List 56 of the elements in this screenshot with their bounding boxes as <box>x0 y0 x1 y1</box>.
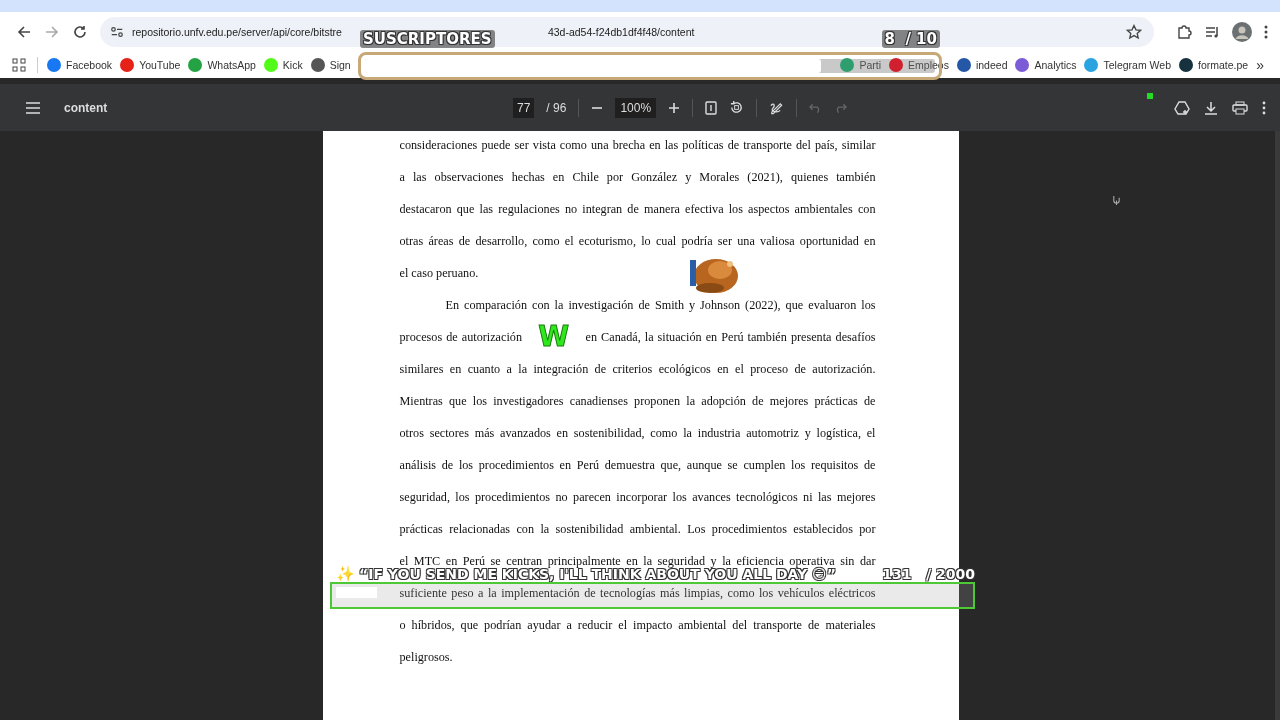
more-bookmarks-button[interactable]: » <box>1256 57 1264 73</box>
goal-count: 8 / 10 <box>881 30 940 48</box>
menu-icon[interactable] <box>26 101 40 114</box>
url-text: 43d-ad54-f24db1df4f48/content <box>547 26 695 38</box>
text-line: peligrosos. <box>399 649 453 665</box>
document-title: content <box>64 100 108 115</box>
puzzle-icon[interactable] <box>1176 24 1192 40</box>
text-line: el caso peruano. <box>399 265 479 281</box>
text-line: el MTC en Perú se centran principalmente en la seguridad y la eficiencia operativa sin dar <box>399 553 876 568</box>
url-text: repositorio.unfv.edu.pe/server/api/core/bitstre <box>132 26 342 38</box>
text-line: destacaron que las regulaciones no integran de manera efectiva los aspectos ambientales con <box>399 201 876 217</box>
rotate-icon[interactable] <box>729 100 745 115</box>
zoom-field[interactable]: 100% <box>615 97 657 118</box>
bookmark-link[interactable]: Sign <box>329 59 351 71</box>
bookmark-link[interactable]: Telegram Web <box>1103 59 1171 71</box>
text-line: a las observaciones hechas en Chile por González y Morales (2021), quienes también <box>399 169 876 185</box>
bookmark-link[interactable]: WhatsApp <box>207 59 256 71</box>
cursor-icon <box>1112 195 1121 206</box>
bookmark-link[interactable]: Parti <box>859 59 882 71</box>
text-line: consideraciones puede ser vista como una brecha en las políticas de transporte del país, similar <box>399 137 876 153</box>
more-icon[interactable] <box>1262 100 1266 115</box>
text-line: suficiente peso a la implementación de tecnologías más limpias, como los vehículos eléctricos <box>399 585 876 601</box>
back-icon[interactable] <box>16 24 32 40</box>
text-line: prácticas relacionadas con la sostenibilidad ambiental. Los procedimientos establecidos por <box>399 521 876 537</box>
bookmark-link[interactable]: indeed <box>975 59 1008 71</box>
text-line: otras áreas de desarrollo, como el ecoturismo, lo cual podría ser una valiosa oportunidad en <box>399 233 876 249</box>
text-line: otros sectores más avanzados en sostenibilidad, como la industria automotriz y logística, el <box>399 425 876 441</box>
goal-label: SUSCRIPTORES <box>360 30 495 48</box>
bookmark-link[interactable]: Kick <box>282 59 303 71</box>
reload-icon[interactable] <box>72 24 88 40</box>
page-number-field[interactable]: 77 <box>513 97 535 118</box>
media-icon[interactable] <box>1204 24 1220 40</box>
sparkle-icon: ✨ <box>336 565 355 583</box>
site-settings-icon[interactable] <box>110 25 124 39</box>
page-total: / 96 <box>546 100 567 115</box>
zoom-in-icon[interactable] <box>668 101 681 114</box>
text-line: análisis de los procedimientos en Perú demuestra que, aunque se cumplen los requisitos de <box>399 457 876 473</box>
status-icon <box>1147 93 1153 99</box>
apps-icon[interactable] <box>12 58 26 72</box>
star-icon[interactable] <box>1126 24 1142 40</box>
fit-page-icon[interactable] <box>705 100 718 115</box>
text-line: Mientras que los investigadores canadienses proponen la adopción de mejores prácticas de <box>399 393 876 409</box>
text-line: seguridad, los procedimientos no parecen incorporar los avances tecnológicos ni las mejores <box>399 489 876 505</box>
sticker-label: W <box>538 322 570 352</box>
bookmark-link[interactable]: Facebook <box>66 59 113 71</box>
bookmark-link[interactable]: Analytics <box>1034 59 1077 71</box>
avatar-icon[interactable] <box>1232 22 1252 42</box>
download-icon[interactable] <box>1204 100 1218 115</box>
pen-icon[interactable] <box>769 100 785 115</box>
print-icon[interactable] <box>1232 100 1248 115</box>
text-line: o híbridos, que podrían ayudar a reducir el impacto ambiental del transporte de materiales <box>399 617 876 633</box>
bookmark-link[interactable]: YouTube <box>139 59 181 71</box>
bookmark-link[interactable]: formate.pe <box>1198 59 1249 71</box>
text-line: En comparación con la investigación de Smith y Johnson (2022), que evaluaron los <box>444 297 876 313</box>
text-line: similares en cuanto a la integración de criterios ecológicos en el proceso de autorización. <box>399 361 876 377</box>
more-icon[interactable] <box>1264 24 1268 40</box>
